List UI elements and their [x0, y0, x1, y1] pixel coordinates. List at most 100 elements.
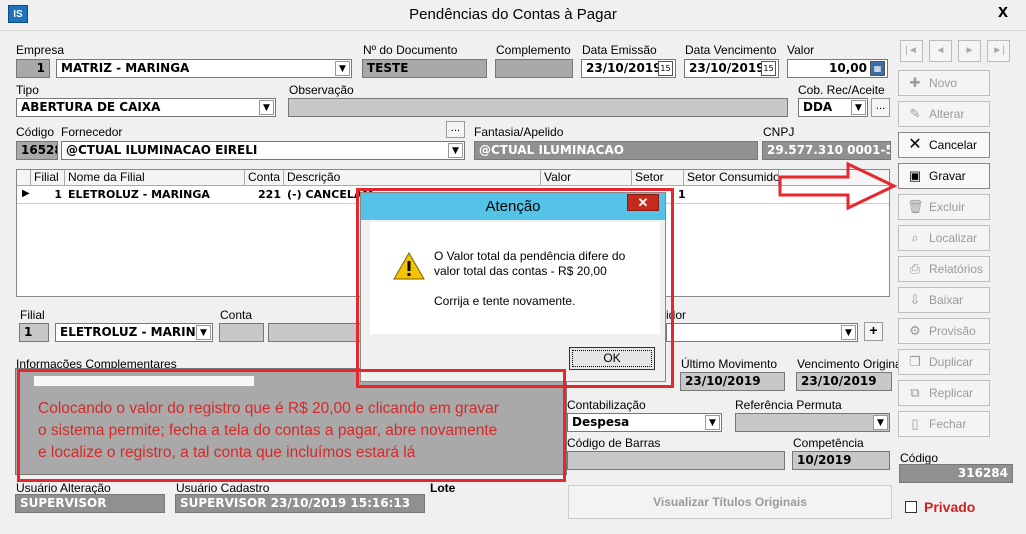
fantasia-field[interactable]: @CTUAL ILUMINACAO	[474, 141, 758, 160]
empresa-code-field[interactable]: 1	[16, 59, 50, 78]
edit-icon: ✎	[909, 106, 921, 121]
chevron-down-icon[interactable]: ▼	[873, 415, 888, 430]
window-close-button[interactable]: x	[985, 0, 1021, 22]
contabilizacao-select-value: Despesa	[572, 415, 630, 429]
fornecedor-lookup-button[interactable]: ...	[446, 121, 465, 138]
grid-header-descricao[interactable]: Descrição	[284, 170, 541, 186]
replicar-label: Replicar	[929, 386, 974, 400]
filial-code-field[interactable]: 1	[19, 323, 49, 342]
calendar-icon[interactable]: 15	[761, 61, 776, 76]
tipo-select-value: ABERTURA DE CAIXA	[21, 100, 161, 114]
cancelar-label: Cancelar	[929, 138, 978, 152]
cancel-icon: ✕	[908, 136, 922, 153]
fornecedor-label: Fornecedor	[61, 125, 123, 139]
grid-header-nome[interactable]: Nome da Filial	[65, 170, 245, 186]
search-icon: ⌕	[911, 230, 919, 245]
codigo-barras-label: Código de Barras	[567, 436, 661, 450]
baixar-button[interactable]: ⇩ Baixar	[898, 287, 990, 313]
grid-header-setor[interactable]: Setor	[632, 170, 684, 186]
chevron-down-icon[interactable]: ▼	[196, 325, 211, 340]
usuario-alteracao-label: Usuário Alteração	[16, 481, 111, 495]
codigo-barras-field[interactable]	[567, 451, 785, 470]
cancelar-button[interactable]: ✕ Cancelar	[898, 132, 990, 158]
cnpj-label: CNPJ	[763, 125, 795, 139]
cob-lookup-button[interactable]: ...	[871, 98, 890, 117]
add-account-button[interactable]: +	[864, 322, 883, 341]
conta-name-field[interactable]	[268, 323, 363, 342]
complemento-field[interactable]	[495, 59, 573, 78]
filial-select[interactable]: ELETROLUZ - MARING ▼	[55, 323, 213, 342]
chevron-down-icon[interactable]: ▼	[335, 61, 350, 76]
contabilizacao-label: Contabilização	[567, 398, 646, 412]
contabilizacao-select[interactable]: Despesa ▼	[567, 413, 722, 432]
fechar-button[interactable]: ▯ Fechar	[898, 411, 990, 437]
gravar-label: Gravar	[929, 169, 966, 183]
new-icon: ✚	[909, 75, 921, 90]
fornecedor-select-value: @CTUAL ILUMINACAO EIRELI	[66, 143, 258, 157]
calendar-icon[interactable]: 15	[658, 61, 673, 76]
provisao-button[interactable]: ⚙ Provisão	[898, 318, 990, 344]
novo-button[interactable]: ✚ Novo	[898, 70, 990, 96]
data-vencimento-field[interactable]: 23/10/2019 15	[684, 59, 779, 78]
duplicate-icon: ❐	[909, 354, 921, 369]
tipo-select[interactable]: ABERTURA DE CAIXA ▼	[16, 98, 276, 117]
codigo-field[interactable]: 16528	[16, 141, 58, 160]
grid-header-valor[interactable]: Valor	[541, 170, 632, 186]
ultimo-mov-field[interactable]: 23/10/2019	[680, 372, 785, 391]
nav-prev-button[interactable]: ◄	[929, 40, 952, 62]
ultimo-mov-label: Último Movimento	[681, 357, 778, 371]
usuario-cadastro-label: Usuário Cadastro	[176, 481, 270, 495]
grid-header-conta[interactable]: Conta	[245, 170, 284, 186]
setor-consumidor-select[interactable]: ▼	[666, 323, 858, 342]
nav-last-button[interactable]: ►|	[987, 40, 1010, 62]
ref-permuta-select[interactable]: ▼	[735, 413, 890, 432]
privado-checkbox[interactable]	[905, 501, 917, 513]
novo-label: Novo	[929, 76, 958, 90]
calculator-icon[interactable]: ▦	[870, 61, 885, 76]
valor-field[interactable]: 10,00 ▦	[787, 59, 888, 78]
fornecedor-select[interactable]: @CTUAL ILUMINACAO EIRELI ▼	[61, 141, 465, 160]
chevron-down-icon[interactable]: ▼	[705, 415, 720, 430]
replicar-button[interactable]: ⧉ Replicar	[898, 380, 990, 406]
excluir-label: Excluir	[929, 200, 966, 214]
observacao-field[interactable]	[288, 98, 788, 117]
conta-code-field[interactable]	[219, 323, 264, 342]
empresa-select[interactable]: MATRIZ - MARINGA ▼	[56, 59, 352, 78]
codigo-id-field: 316284	[899, 464, 1013, 483]
cnpj-field[interactable]: 29.577.310 0001-55	[762, 141, 891, 160]
excluir-button[interactable]: 🗑 Excluir	[898, 194, 990, 220]
nav-next-button[interactable]: ►	[958, 40, 981, 62]
nav-first-button[interactable]: |◄	[900, 40, 923, 62]
chevron-down-icon[interactable]: ▼	[851, 100, 866, 115]
localizar-button[interactable]: ⌕ Localizar	[898, 225, 990, 251]
venc-original-field[interactable]: 23/10/2019	[796, 372, 892, 391]
data-emissao-value: 23/10/2019	[586, 61, 662, 75]
grid-header-indicator	[17, 170, 31, 186]
alterar-button[interactable]: ✎ Alterar	[898, 101, 990, 127]
relatorios-button[interactable]: ⎙ Relatórios	[898, 256, 990, 282]
cob-select-value: DDA	[803, 100, 833, 114]
filial-label: Filial	[20, 308, 45, 322]
data-emissao-field[interactable]: 23/10/2019 15	[581, 59, 676, 78]
doc-field[interactable]: TESTE	[362, 59, 487, 78]
duplicar-button[interactable]: ❐ Duplicar	[898, 349, 990, 375]
cob-select[interactable]: DDA ▼	[798, 98, 868, 117]
gravar-button[interactable]: ▣ Gravar	[898, 163, 990, 189]
relatorios-label: Relatórios	[929, 262, 984, 276]
doc-label: Nº do Documento	[363, 43, 458, 57]
complemento-label: Complemento	[496, 43, 571, 57]
grid-header-filial[interactable]: Filial	[31, 170, 65, 186]
visualizar-titulos-button[interactable]: Visualizar Títulos Originais	[568, 485, 892, 519]
annotation-line-2: o sistema permite; fecha a tela do conta…	[38, 422, 498, 439]
cell-conta: 221	[258, 188, 281, 201]
competencia-field[interactable]: 10/2019	[792, 451, 890, 470]
grid-header-setor-consumidor[interactable]: Setor Consumidor	[684, 170, 779, 186]
chevron-down-icon[interactable]: ▼	[448, 143, 463, 158]
fechar-label: Fechar	[929, 417, 967, 431]
valor-value: 10,00	[829, 61, 867, 75]
empresa-select-value: MATRIZ - MARINGA	[61, 61, 190, 75]
chevron-down-icon[interactable]: ▼	[259, 100, 274, 115]
chevron-down-icon[interactable]: ▼	[841, 325, 856, 340]
cell-nome: ELETROLUZ - MARINGA	[68, 188, 210, 201]
arrow-annotation-icon	[778, 161, 898, 211]
